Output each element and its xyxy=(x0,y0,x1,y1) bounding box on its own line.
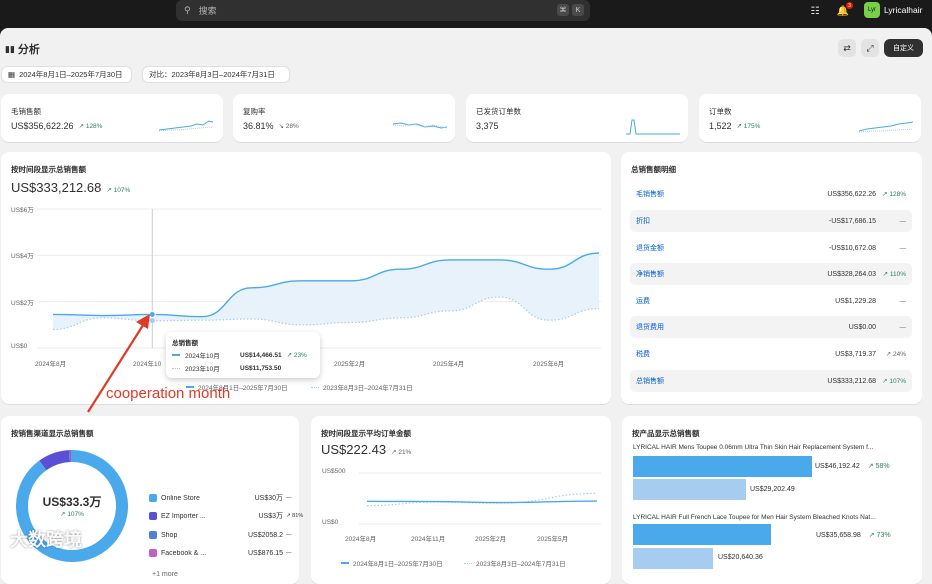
annotation-text: cooperation month xyxy=(106,385,231,402)
annotation-arrow xyxy=(87,314,150,413)
watermark: 大数跨境 xyxy=(10,530,82,550)
